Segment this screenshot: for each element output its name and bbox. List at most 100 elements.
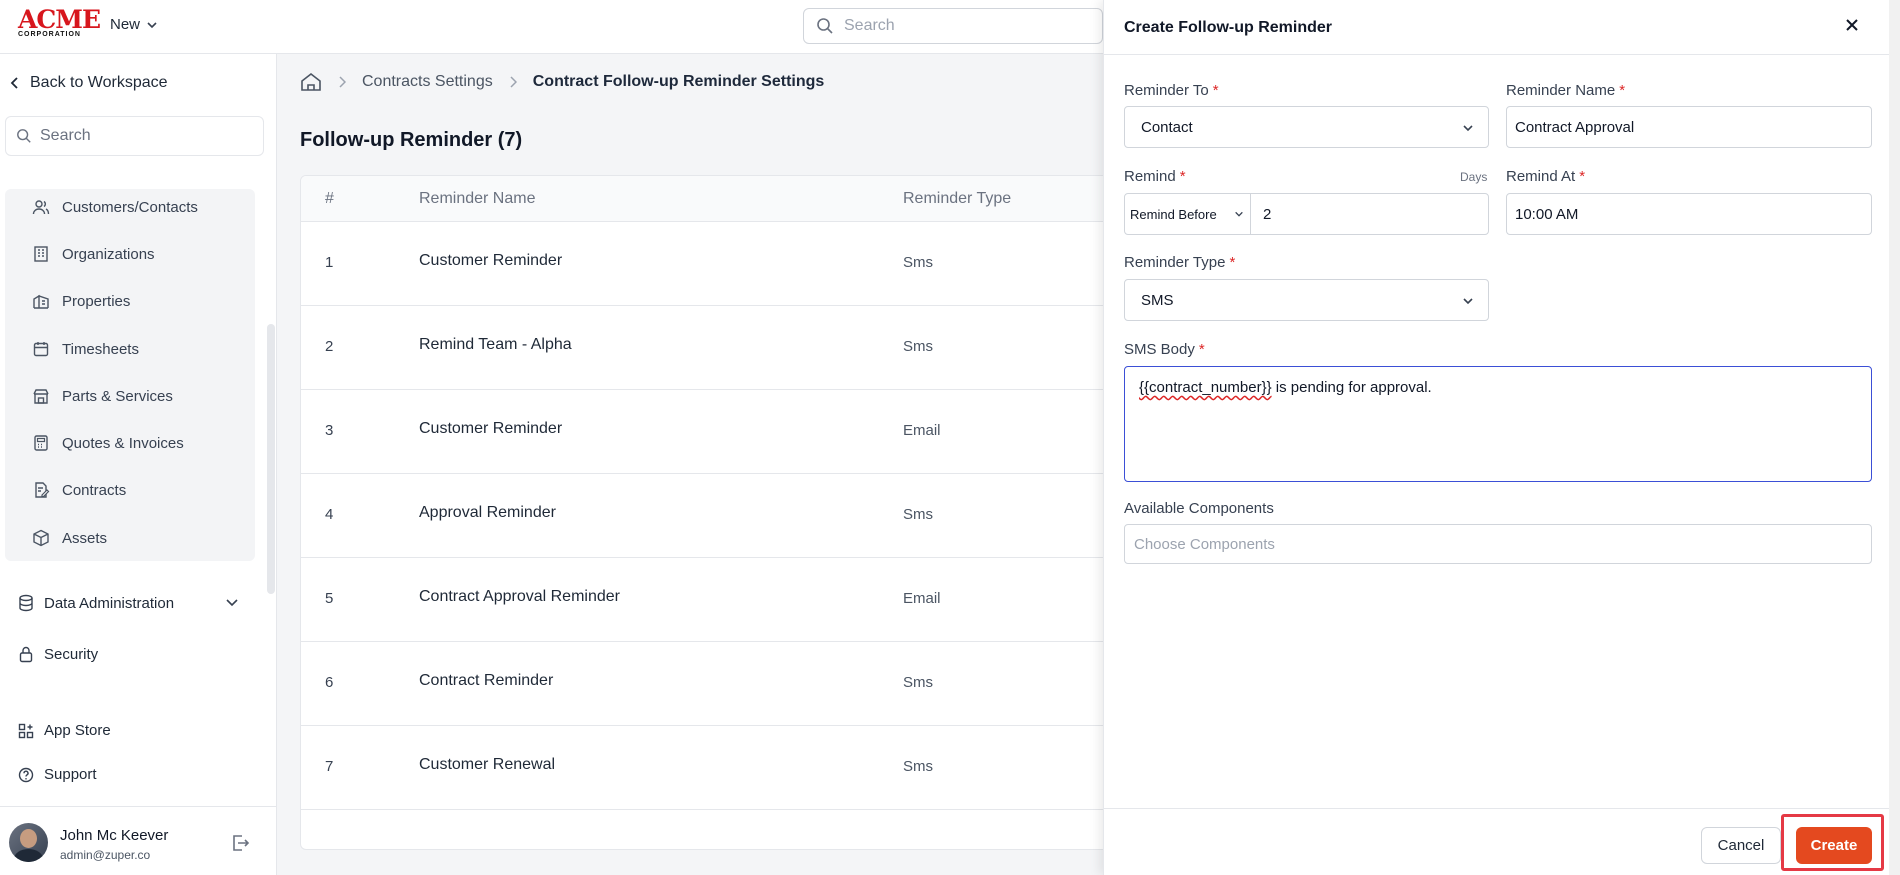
sidebar-item-security[interactable]: Security — [18, 645, 98, 663]
required-marker: * — [1212, 82, 1219, 99]
available-components-label: Available Components — [1124, 500, 1274, 517]
sidebar-item-customers[interactable]: Customers/Contacts — [32, 198, 198, 216]
reminder-name-field[interactable] — [1506, 106, 1872, 148]
sidebar-item-label: Properties — [62, 292, 131, 310]
row-reminder-type: Email — [903, 422, 941, 439]
sidebar-item-contracts[interactable]: Contracts — [32, 481, 126, 499]
sidebar-item-label: Organizations — [62, 245, 155, 263]
row-reminder-name: Customer Reminder — [419, 252, 563, 269]
chevron-down-icon — [1463, 125, 1473, 132]
row-reminder-name: Customer Reminder — [419, 420, 563, 437]
breadcrumb-parent[interactable]: Contracts Settings — [362, 73, 493, 91]
close-icon[interactable] — [1844, 17, 1860, 33]
sms-body-label: SMS Body * — [1124, 341, 1205, 358]
remind-days-input[interactable] — [1263, 205, 1488, 223]
create-reminder-panel: Create Follow-up Reminder Reminder To * C… — [1103, 0, 1891, 875]
sidebar-item-timesheets[interactable]: Timesheets — [32, 340, 139, 358]
sidebar-item-label: App Store — [44, 722, 111, 739]
sidebar-item-organizations[interactable]: Organizations — [32, 245, 155, 263]
reminder-to-select[interactable]: Contact — [1124, 106, 1489, 148]
sidebar-item-label: Assets — [62, 529, 108, 547]
choose-components-select[interactable]: Choose Components — [1124, 524, 1872, 564]
panel-scrollbar[interactable] — [1889, 0, 1900, 875]
sidebar-item-label: Contracts — [62, 481, 127, 499]
sidebar-item-label: Customers/Contacts — [62, 198, 198, 216]
reminder-name-label: Reminder Name * — [1506, 82, 1626, 99]
user-email: admin@zuper.co — [60, 848, 151, 862]
cancel-button[interactable]: Cancel — [1701, 827, 1781, 864]
remind-mode-select[interactable]: Remind Before — [1124, 193, 1251, 235]
panel-header: Create Follow-up Reminder — [1104, 0, 1891, 55]
reminder-to-label: Reminder To * — [1124, 82, 1219, 99]
logout-icon[interactable] — [230, 833, 250, 853]
building-icon — [34, 246, 48, 262]
remind-at-field[interactable] — [1506, 193, 1872, 235]
row-number: 1 — [325, 254, 334, 271]
sidebar-item-parts-services[interactable]: Parts & Services — [32, 387, 173, 405]
search-icon — [817, 18, 833, 34]
column-header-type: Reminder Type — [903, 190, 1012, 207]
reminder-type-value: SMS — [1141, 291, 1174, 309]
chevron-left-icon — [10, 77, 18, 89]
global-search-input[interactable] — [844, 17, 1064, 35]
page-title: Follow-up Reminder (7) — [300, 129, 523, 151]
row-reminder-name: Contract Reminder — [419, 672, 554, 689]
row-number: 4 — [325, 506, 334, 523]
row-reminder-name: Contract Approval Reminder — [419, 588, 620, 605]
sms-body-token: {{contract_number}} — [1139, 379, 1272, 396]
panel-title: Create Follow-up Reminder — [1124, 19, 1333, 36]
sidebar-item-properties[interactable]: Properties — [32, 292, 130, 310]
user-profile: John Mc Keever admin@zuper.co — [0, 806, 277, 875]
sidebar-item-label: Timesheets — [62, 340, 139, 358]
column-header-name: Reminder Name — [419, 190, 536, 207]
users-icon — [32, 200, 50, 215]
sidebar-item-label: Security — [44, 645, 99, 663]
row-reminder-name: Approval Reminder — [419, 504, 556, 521]
acme-logo[interactable]: ACME CORPORATION — [18, 7, 101, 39]
chevron-down-icon[interactable] — [225, 595, 239, 609]
sidebar-item-label: Support — [44, 766, 97, 783]
remind-mode-value: Remind Before — [1130, 206, 1217, 222]
row-reminder-type: Sms — [903, 758, 933, 775]
calculator-icon — [34, 435, 48, 451]
required-marker: * — [1579, 168, 1586, 185]
apps-icon — [18, 723, 34, 738]
create-button[interactable]: Create — [1796, 827, 1872, 864]
back-to-workspace-link[interactable]: Back to Workspace — [10, 74, 168, 92]
sidebar-search-input[interactable] — [40, 127, 240, 145]
row-reminder-name: Customer Renewal — [419, 756, 556, 773]
row-number: 6 — [325, 674, 334, 691]
sidebar-scrollbar[interactable] — [267, 324, 275, 594]
sidebar: Back to Workspace Customers/Contacts Org… — [0, 54, 277, 875]
column-header-number: # — [325, 190, 334, 207]
sidebar-item-data-administration[interactable]: Data Administration — [18, 594, 174, 612]
store-icon — [33, 389, 49, 404]
chevron-down-icon — [1235, 211, 1243, 217]
sidebar-search[interactable] — [5, 116, 264, 156]
reminder-name-input[interactable] — [1515, 118, 1871, 136]
home-icon[interactable] — [300, 72, 322, 92]
property-icon — [33, 294, 49, 309]
remind-days-field[interactable] — [1250, 193, 1489, 235]
new-button[interactable]: New — [110, 16, 158, 33]
avatar[interactable] — [9, 823, 48, 862]
chevron-right-icon — [510, 76, 517, 88]
breadcrumb: Contracts Settings Contract Follow-up Re… — [300, 72, 824, 92]
row-number: 7 — [325, 758, 334, 775]
remind-at-input[interactable] — [1515, 205, 1871, 223]
global-search[interactable] — [803, 8, 1103, 44]
sms-body-text: is pending for approval. — [1271, 379, 1432, 396]
new-button-label: New — [110, 16, 141, 33]
help-circle-icon — [18, 767, 34, 782]
sidebar-item-support[interactable]: Support — [18, 766, 97, 783]
box-icon — [33, 529, 49, 547]
sms-body-textarea[interactable]: {{contract_number}} is pending for appro… — [1124, 366, 1872, 482]
reminder-type-select[interactable]: SMS — [1124, 279, 1489, 321]
sidebar-item-quotes-invoices[interactable]: Quotes & Invoices — [32, 434, 184, 452]
lock-icon — [19, 646, 33, 663]
sidebar-item-assets[interactable]: Assets — [32, 529, 107, 547]
row-reminder-type: Sms — [903, 506, 933, 523]
row-number: 5 — [325, 590, 334, 607]
sidebar-item-app-store[interactable]: App Store — [18, 722, 111, 739]
chevron-down-icon — [1463, 298, 1473, 305]
